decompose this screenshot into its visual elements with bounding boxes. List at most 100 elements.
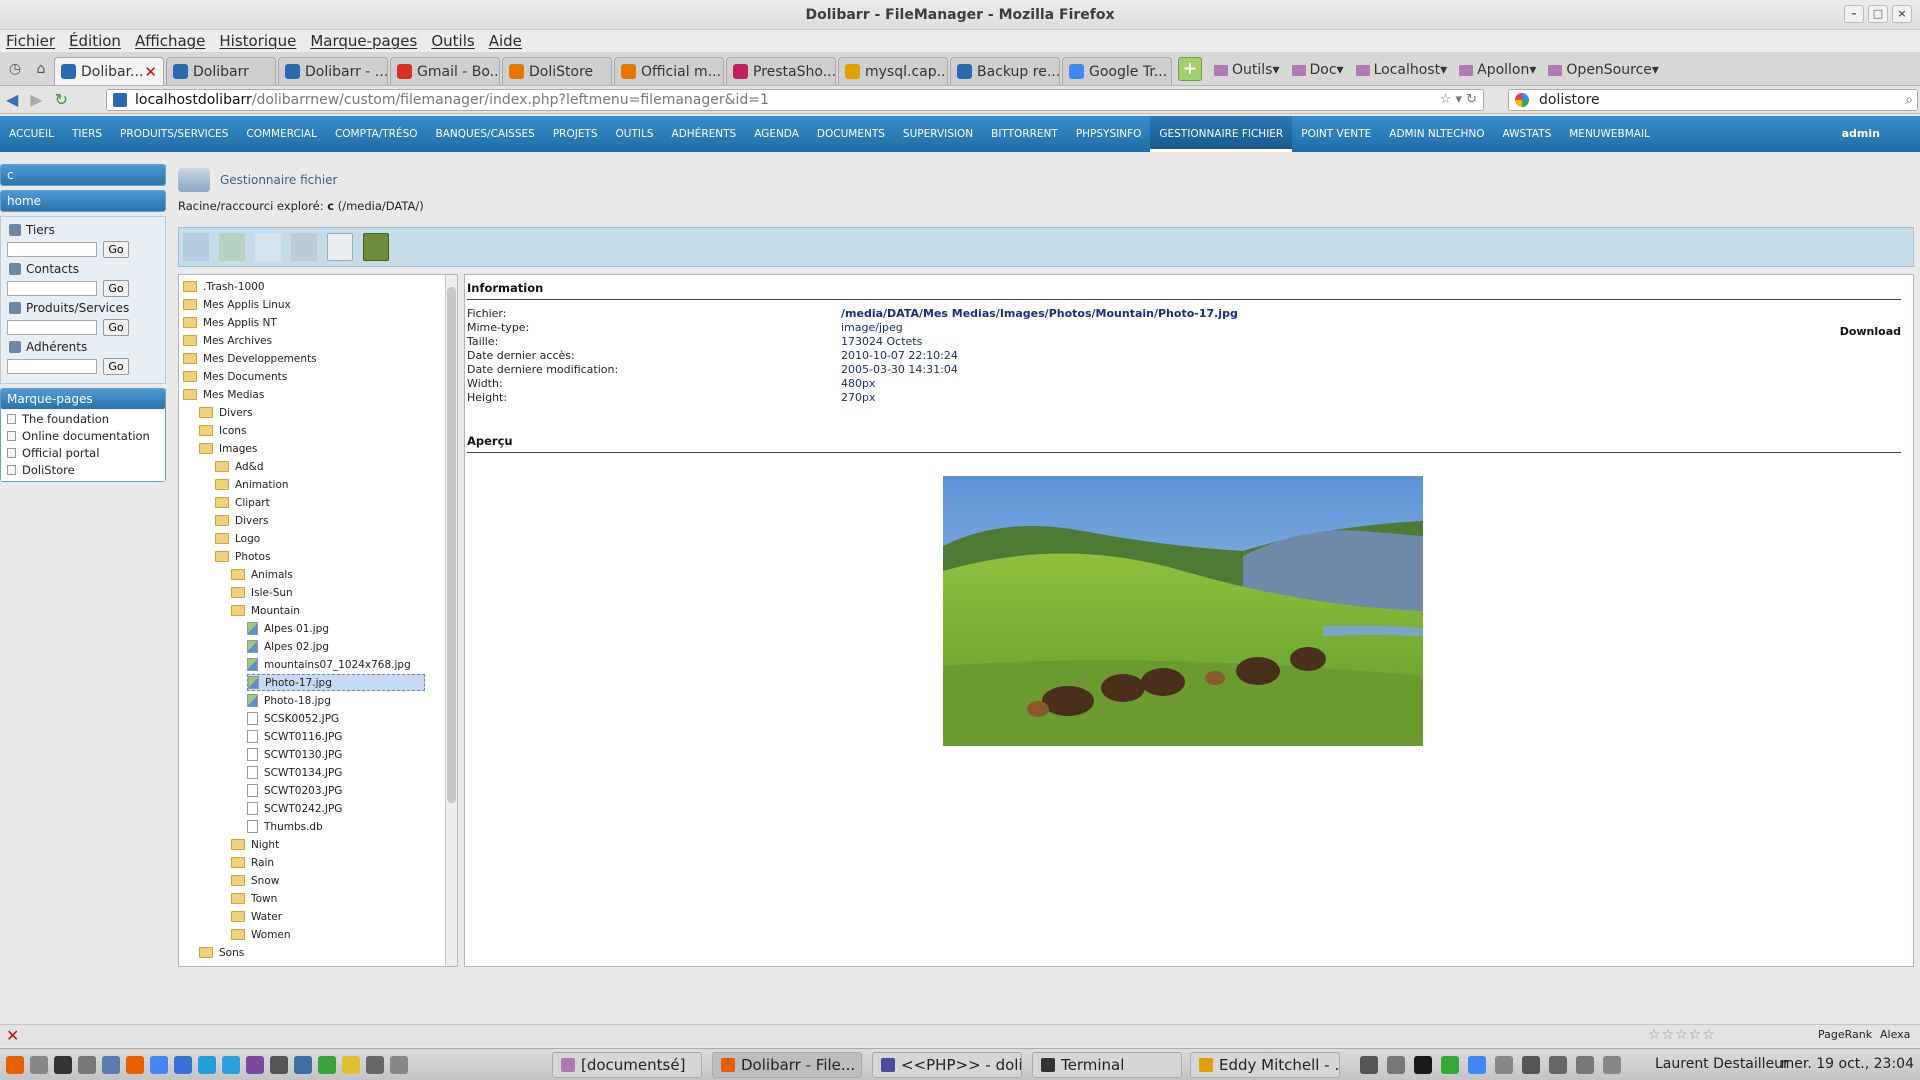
tree-node[interactable]: Sons <box>199 944 244 961</box>
quick-search-input[interactable] <box>7 320 97 335</box>
tree-node[interactable]: Rain <box>231 854 274 871</box>
topmenu-item[interactable]: COMMERCIAL <box>237 116 326 152</box>
close-button[interactable]: × <box>1892 5 1912 23</box>
tray-icon[interactable] <box>1495 1056 1513 1074</box>
topmenu-item[interactable]: MENUWEBMAIL <box>1560 116 1659 152</box>
tree-node[interactable]: Images <box>199 440 257 457</box>
tree-node[interactable]: SCWT0130.JPG <box>247 746 342 763</box>
browser-tab[interactable]: PrestaSho... <box>726 57 836 85</box>
bookmark-item[interactable]: The foundation <box>1 411 165 428</box>
tree-node[interactable]: Mes Applis Linux <box>183 296 291 313</box>
tree-node[interactable]: Mes Applis NT <box>183 314 277 331</box>
download-link[interactable]: Download <box>1840 325 1901 338</box>
bookmark-folder[interactable]: Apollon ▾ <box>1459 62 1536 78</box>
taskbar-window[interactable]: <<PHP>> - doli... <box>872 1052 1022 1078</box>
quicklaunch-icon[interactable] <box>174 1056 192 1074</box>
browser-tab[interactable]: Gmail - Bo... <box>390 57 500 85</box>
bookmark-item[interactable]: DoliStore <box>1 462 165 479</box>
session-user[interactable]: Laurent Destailleur <box>1655 1056 1789 1072</box>
topmenu-item[interactable]: BITTORRENT <box>982 116 1067 152</box>
browser-tab[interactable]: Dolibarr <box>166 57 276 85</box>
quicklaunch-icon[interactable] <box>390 1056 408 1074</box>
topmenu-item[interactable]: ADHÉRENTS <box>663 116 746 152</box>
quicklaunch-icon[interactable] <box>198 1056 216 1074</box>
menu-6[interactable]: Aide <box>489 32 522 50</box>
bookmark-item[interactable]: Official portal <box>1 445 165 462</box>
tree-node[interactable]: Thumbs.db <box>247 818 323 835</box>
quicklaunch-icon[interactable] <box>318 1056 336 1074</box>
menu-0[interactable]: Fichier <box>6 32 55 50</box>
quick-search-input[interactable] <box>7 281 97 296</box>
tree-node[interactable]: Icons <box>199 422 246 439</box>
menu-1[interactable]: Édition <box>69 32 121 50</box>
menu-2[interactable]: Affichage <box>135 32 205 50</box>
tree-node[interactable]: Alpes 02.jpg <box>247 638 329 655</box>
tree-node[interactable]: Mes Documents <box>183 368 287 385</box>
company-name[interactable]: c <box>1 165 165 185</box>
home-link[interactable]: home <box>1 191 165 211</box>
tree-node[interactable]: Night <box>231 836 279 853</box>
quicklaunch-icon[interactable] <box>270 1056 288 1074</box>
topmenu-item[interactable]: PRODUITS/SERVICES <box>111 116 237 152</box>
tree-node[interactable]: mountains07_1024x768.jpg <box>247 656 411 673</box>
quicklaunch-icon[interactable] <box>150 1056 168 1074</box>
topmenu-item[interactable]: AWSTATS <box>1494 116 1561 152</box>
tree-node[interactable]: SCWT0203.JPG <box>247 782 342 799</box>
close-tab-icon[interactable]: ✕ <box>144 63 157 81</box>
tree-node[interactable]: Clipart <box>215 494 270 511</box>
bookmark-folder[interactable]: OpenSource ▾ <box>1548 62 1659 78</box>
bookmark-folder[interactable]: Localhost ▾ <box>1355 62 1447 78</box>
topmenu-item[interactable]: POINT VENTE <box>1292 116 1380 152</box>
taskbar-window[interactable]: [documentsé] <box>552 1052 702 1078</box>
search-icon[interactable]: ⌕ <box>1905 90 1913 110</box>
go-button[interactable]: Go <box>103 241 129 258</box>
bookmark-folder[interactable]: Outils ▾ <box>1214 62 1280 78</box>
quicklaunch-icon[interactable] <box>30 1056 48 1074</box>
tray-icon[interactable] <box>1360 1056 1378 1074</box>
topmenu-item[interactable]: DOCUMENTS <box>808 116 894 152</box>
topmenu-item[interactable]: GESTIONNAIRE FICHIER <box>1150 116 1293 152</box>
quicklaunch-icon[interactable] <box>222 1056 240 1074</box>
url-bar[interactable]: localhostdolibarr/dolibarrnew/custom/fil… <box>106 89 1484 111</box>
topmenu-item[interactable]: COMPTA/TRÉSO <box>326 116 427 152</box>
new-folder-icon[interactable] <box>183 233 209 261</box>
user-login[interactable]: admin <box>1842 116 1880 152</box>
quicklaunch-icon[interactable] <box>102 1056 120 1074</box>
copy-icon[interactable] <box>327 233 353 261</box>
tree-node[interactable]: Animation <box>215 476 289 493</box>
browser-tab[interactable]: Dolibar... ✕ <box>54 57 164 85</box>
tree-node[interactable]: Mountain <box>231 602 300 619</box>
tree-node[interactable]: Ad&d <box>215 458 264 475</box>
tray-icon[interactable] <box>1522 1056 1540 1074</box>
tree-node[interactable]: Women <box>231 926 291 943</box>
tree-node[interactable]: Animals <box>231 566 293 583</box>
go-button[interactable]: Go <box>103 358 129 375</box>
browser-tab[interactable]: Backup re... <box>950 57 1060 85</box>
history-icon[interactable]: ◷ <box>4 58 26 80</box>
tree-node[interactable]: Snow <box>231 872 279 889</box>
close-statusbar-icon[interactable]: ✕ <box>6 1026 19 1045</box>
topmenu-item[interactable]: ADMIN NLTECHNO <box>1380 116 1493 152</box>
quicklaunch-icon[interactable] <box>54 1056 72 1074</box>
topmenu-item[interactable]: TIERS <box>63 116 111 152</box>
tree-node[interactable]: SCSK0052.JPG <box>247 710 339 727</box>
back-icon[interactable]: ◀ <box>6 90 18 109</box>
bookmark-folder[interactable]: Doc ▾ <box>1291 62 1344 78</box>
menu-4[interactable]: Marque-pages <box>310 32 417 50</box>
menu-5[interactable]: Outils <box>431 32 474 50</box>
tree-node[interactable]: Water <box>231 908 282 925</box>
tree-scrollbar-thumb[interactable] <box>447 287 456 803</box>
tray-icon[interactable] <box>1441 1056 1459 1074</box>
quick-search-input[interactable] <box>7 242 97 257</box>
new-file-icon[interactable] <box>255 233 281 261</box>
bookmark-star-icon[interactable]: ☆ ▾ ↻ <box>1440 90 1477 110</box>
forward-icon[interactable]: ▶ <box>30 90 42 109</box>
reload-icon[interactable]: ↻ <box>55 90 68 109</box>
bookmark-item[interactable]: Online documentation <box>1 428 165 445</box>
tray-icon[interactable] <box>1603 1056 1621 1074</box>
tray-icon[interactable] <box>1549 1056 1567 1074</box>
tree-node[interactable]: Divers <box>215 512 268 529</box>
tree-node[interactable]: Photo-18.jpg <box>247 692 331 709</box>
taskbar-window[interactable]: Dolibarr - File... <box>712 1052 862 1078</box>
tree-node[interactable]: Town <box>231 890 277 907</box>
